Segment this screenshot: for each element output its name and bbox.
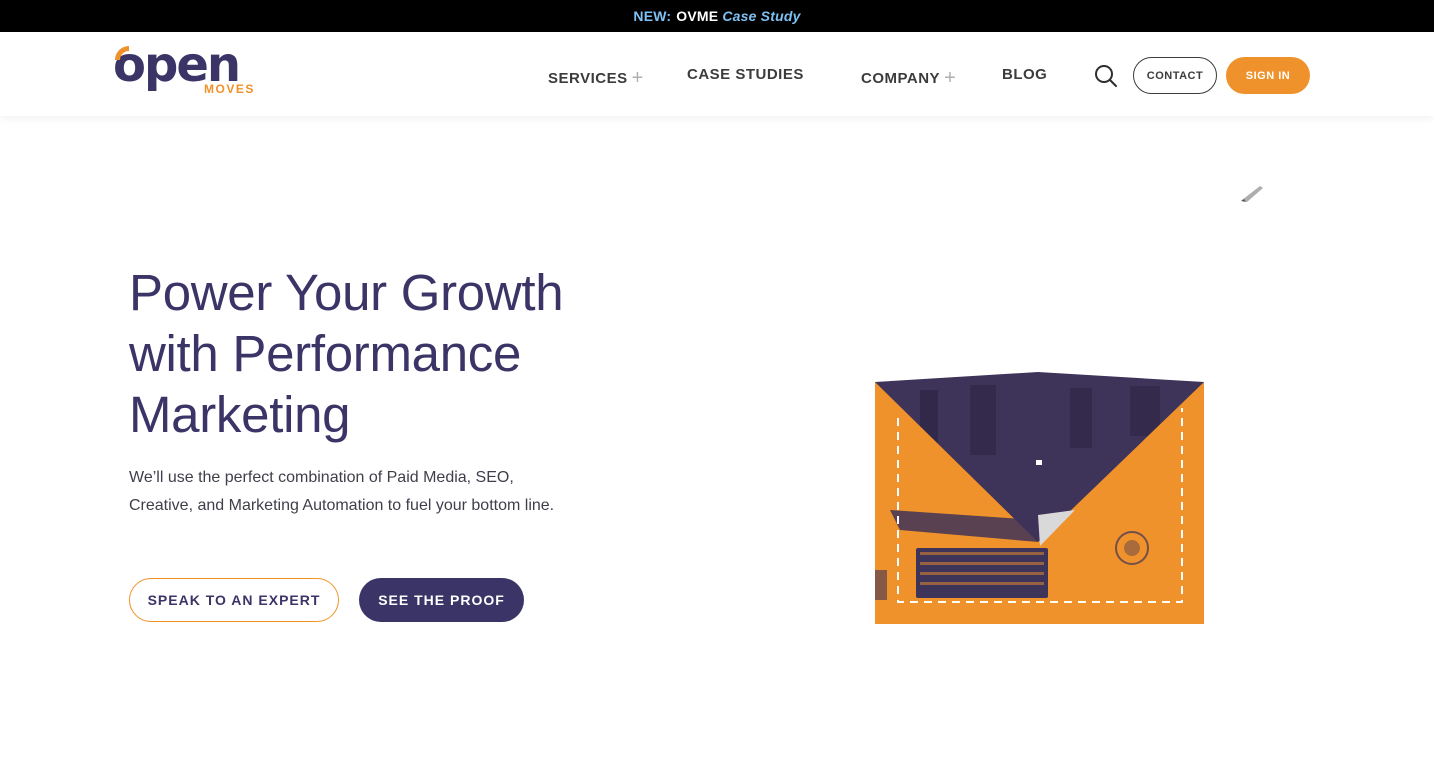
announcement-new-label: NEW: <box>633 8 672 24</box>
hero-subtitle-line-1: We’ll use the perfect combination of Pai… <box>129 469 514 486</box>
nav-item-blog[interactable]: BLOG <box>1002 66 1047 83</box>
search-icon[interactable] <box>1094 64 1118 88</box>
hero-subtitle: We’ll use the perfect combination of Pai… <box>129 464 599 520</box>
hero-envelope-illustration <box>875 372 1204 624</box>
pen-stroke-decoration <box>1241 186 1263 202</box>
hero-title: Power Your Growth with Performance Marke… <box>129 262 649 445</box>
nav-item-company-label: COMPANY <box>861 70 941 87</box>
announcement-bar[interactable]: NEW: OVME Case Study <box>0 0 1434 32</box>
hero-subtitle-line-2: Creative, and Marketing Automation to fu… <box>129 497 555 514</box>
hero-title-line-1: Power Your Growth <box>129 264 564 321</box>
brand-logo[interactable]: open MOVES <box>113 37 273 99</box>
speak-to-expert-button[interactable]: SPEAK TO AN EXPERT <box>129 578 339 622</box>
site-header: open MOVES SERVICES + CASE STUDIES COMPAN… <box>0 32 1434 116</box>
nav-item-services[interactable]: SERVICES + <box>548 66 644 89</box>
nav-item-blog-label: BLOG <box>1002 66 1048 83</box>
brand-logo-subtext: MOVES <box>204 82 255 96</box>
nav-item-case-studies-label: CASE STUDIES <box>687 66 804 83</box>
expand-plus-icon: + <box>631 67 644 89</box>
announcement-link[interactable]: Case Study <box>722 8 800 24</box>
contact-button[interactable]: CONTACT <box>1133 57 1217 94</box>
nav-item-company[interactable]: COMPANY + <box>861 66 956 89</box>
announcement-highlight: OVME <box>676 8 719 24</box>
sign-in-button[interactable]: SIGN IN <box>1226 57 1310 94</box>
nav-item-case-studies[interactable]: CASE STUDIES <box>687 66 804 83</box>
hero-title-line-2: with Performance <box>129 325 522 382</box>
hero-title-line-3: Marketing <box>129 386 351 443</box>
nav-item-services-label: SERVICES <box>548 70 628 87</box>
expand-plus-icon: + <box>944 67 957 89</box>
see-the-proof-button[interactable]: SEE THE PROOF <box>359 578 524 622</box>
